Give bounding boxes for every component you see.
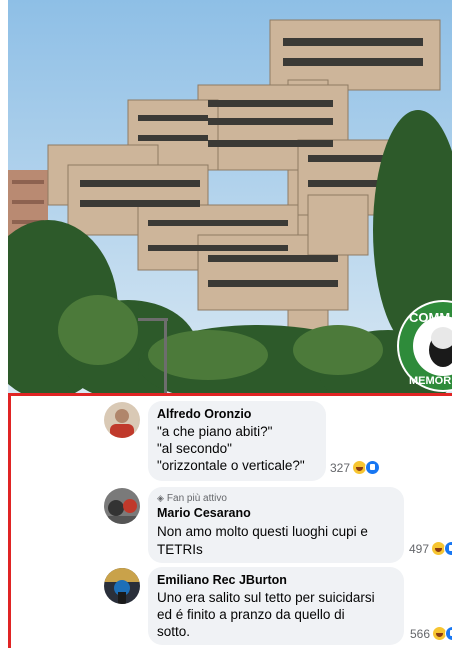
comment-line: "al secondo" (157, 441, 232, 456)
comment-author[interactable]: Mario Cesarano (157, 505, 251, 521)
comment-line: ed é finito a pranzo da quello di (157, 607, 345, 622)
reaction-count: 327 (330, 460, 351, 475)
like-icon (444, 541, 452, 556)
comment-author[interactable]: Emiliano Rec JBurton (157, 572, 287, 588)
comment-bubble: Alfredo Oronzio "a che piano abiti?" "al… (148, 401, 326, 481)
badge-label: Fan più attivo (166, 493, 227, 504)
accent-border-top (8, 393, 452, 396)
reaction-count: 497 (409, 541, 430, 556)
reaction-count: 566 (410, 626, 431, 641)
svg-text:COMM: COMM (409, 310, 450, 325)
comment-line: Uno era salito sul tetto per suicidarsi (157, 590, 375, 605)
reaction-summary[interactable]: 566 (410, 626, 452, 641)
page-logo: COMM MEMOR (395, 298, 452, 398)
avatar[interactable] (104, 402, 140, 438)
comment-line: TETRIs (157, 542, 203, 557)
reaction-summary[interactable]: 327 (330, 460, 381, 475)
comment-line: "orizzontale o verticale?" (157, 458, 305, 473)
comment-line: sotto. (157, 624, 191, 639)
comment-line: Non amo molto questi luoghi cupi e (157, 524, 368, 539)
reaction-summary[interactable]: 497 (409, 541, 452, 556)
comment-author[interactable]: Alfredo Oronzio (157, 406, 251, 422)
diamond-icon: ◈ (157, 493, 164, 503)
post-image[interactable] (8, 0, 452, 394)
comment-line: "a che piano abiti?" (157, 424, 273, 439)
like-icon (365, 460, 381, 475)
top-fan-badge: ◈ Fan più attivo (157, 492, 227, 505)
accent-border-left (8, 393, 11, 648)
svg-text:MEMOR: MEMOR (409, 375, 451, 387)
avatar[interactable] (104, 568, 140, 604)
comment-bubble: ◈ Fan più attivo Mario Cesarano Non amo … (148, 487, 404, 563)
avatar[interactable] (104, 488, 140, 524)
like-icon (445, 626, 452, 641)
comment-bubble: Emiliano Rec JBurton Uno era salito sul … (148, 567, 404, 645)
